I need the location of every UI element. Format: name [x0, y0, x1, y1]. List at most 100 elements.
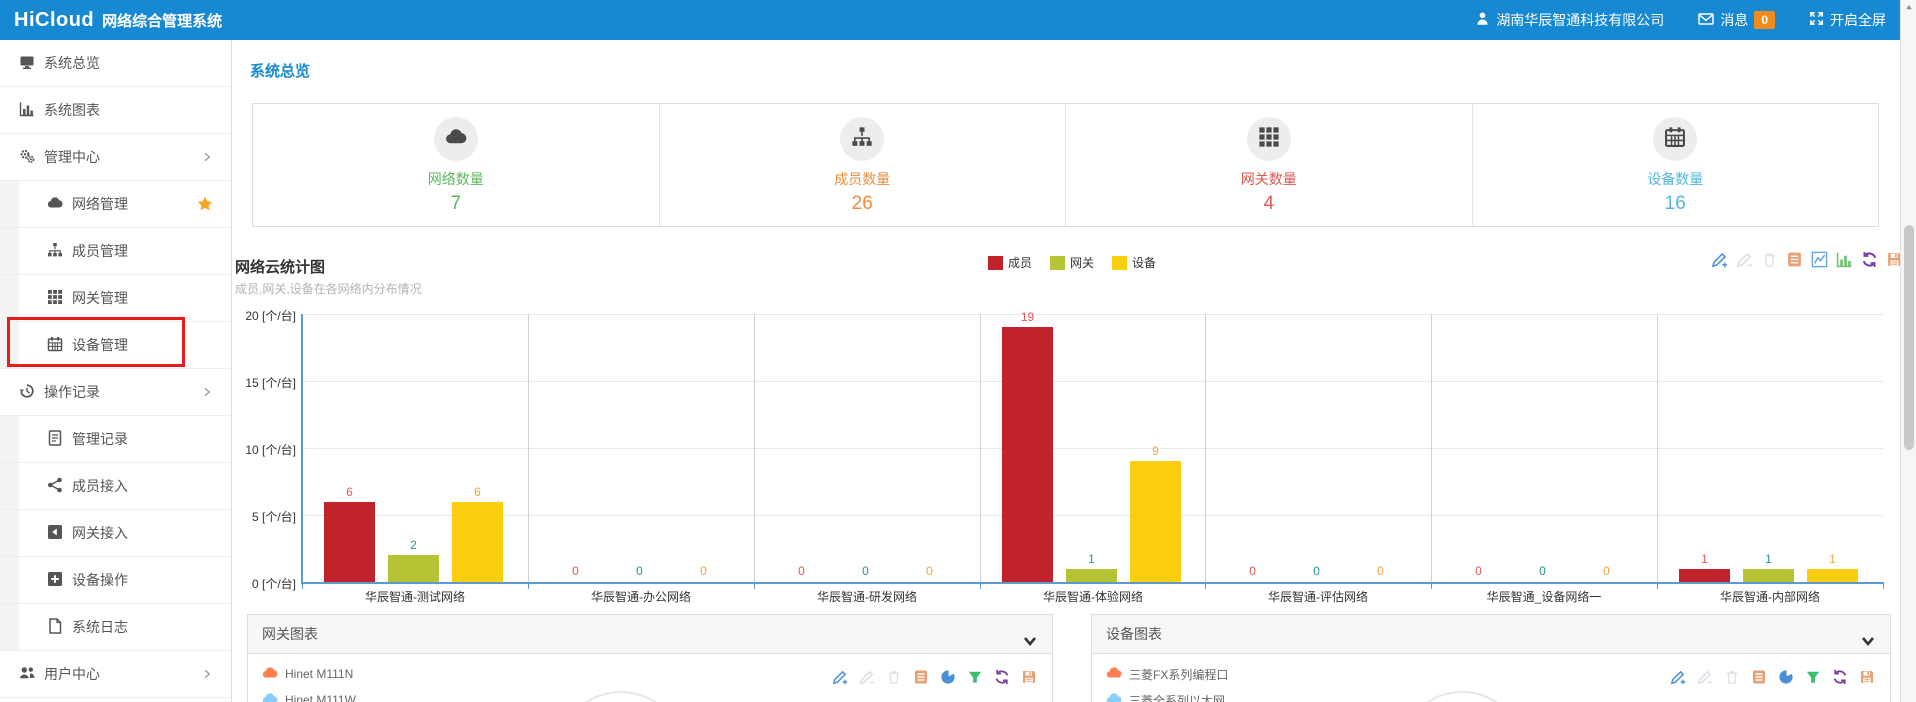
bar-value-label: 0	[618, 564, 662, 578]
legend-item-三菱全系列以太网[interactable]: 三菱全系列以太网	[1106, 687, 1228, 702]
panel-设备图表: 设备图表三菱FX系列编程口三菱全系列以太网	[1091, 614, 1891, 702]
sidebar-item-系统日志[interactable]: 系统日志	[0, 604, 231, 651]
trash-icon[interactable]	[1760, 250, 1779, 269]
line-chart-icon[interactable]	[1810, 250, 1829, 269]
calendar-icon	[1664, 126, 1686, 153]
legend-item-成员[interactable]: 成员	[988, 254, 1032, 271]
panel-网关图表: 网关图表 Hinet M111NHinet M111W	[247, 614, 1053, 702]
sidebar-item-设备操作[interactable]: 设备操作	[0, 557, 231, 604]
legend-item-Hinet M111N[interactable]: Hinet M111N	[262, 661, 356, 687]
pencil-add-icon[interactable]	[1668, 667, 1687, 686]
sidebar-item-label: 用户中心	[44, 664, 100, 684]
pencil-add-icon[interactable]	[830, 667, 849, 686]
bar-网关-华辰智通-测试网络[interactable]	[388, 555, 439, 582]
data-view-icon[interactable]	[911, 667, 930, 686]
bar-设备-华辰智通-体验网络[interactable]	[1130, 461, 1181, 582]
bar-成员-华辰智通-体验网络[interactable]	[1002, 327, 1053, 582]
panel-header-网关图表[interactable]: 网关图表	[248, 615, 1052, 654]
plus-square-icon	[47, 571, 63, 590]
bar-value-label: 6	[328, 485, 372, 499]
users-icon	[19, 665, 35, 684]
save-icon[interactable]	[1019, 667, 1038, 686]
sidebar-item-用户中心[interactable]: 用户中心	[0, 651, 231, 698]
category-splitline	[1657, 314, 1658, 582]
category-label: 华辰智通_设备网络一	[1431, 588, 1657, 605]
sidebar-item-成员接入[interactable]: 成员接入	[0, 463, 231, 510]
share-icon	[47, 477, 63, 496]
grid-icon	[1258, 126, 1280, 153]
funnel-icon[interactable]	[1803, 667, 1822, 686]
pie-chart-icon[interactable]	[938, 667, 957, 686]
pie-chart-icon[interactable]	[1776, 667, 1795, 686]
chevron-down-icon[interactable]	[1022, 625, 1038, 664]
sidebar-item-网络管理[interactable]: 网络管理	[0, 181, 231, 228]
trash-icon[interactable]	[884, 667, 903, 686]
sidebar-item-网关管理[interactable]: 网关管理	[0, 275, 231, 322]
category-label: 华辰智通-内部网络	[1657, 588, 1883, 605]
bar-value-label: 0	[844, 564, 888, 578]
funnel-icon[interactable]	[965, 667, 984, 686]
bar-chart-icon[interactable]	[1835, 250, 1854, 269]
legend-item-网关[interactable]: 网关	[1050, 254, 1094, 271]
brand[interactable]: HiCloud 网络综合管理系统	[14, 9, 222, 32]
data-view-icon[interactable]	[1785, 250, 1804, 269]
company-name: 湖南华辰智通科技有限公司	[1496, 10, 1664, 30]
refresh-icon[interactable]	[1860, 250, 1879, 269]
file-text-icon	[47, 430, 63, 449]
pencil-add-icon[interactable]	[1710, 250, 1729, 269]
bar-value-label: 6	[456, 485, 500, 499]
category-splitline	[980, 314, 981, 582]
sidebar-item-系统总览[interactable]: 系统总览	[0, 40, 231, 87]
sidebar-item-设备管理[interactable]: 设备管理	[0, 322, 231, 369]
panel-header-设备图表[interactable]: 设备图表	[1092, 615, 1890, 654]
caret-square-left-icon	[47, 524, 63, 543]
bar-value-label: 0	[1231, 564, 1275, 578]
sidebar-item-系统图表[interactable]: 系统图表	[0, 87, 231, 134]
legend-item-Hinet M111W[interactable]: Hinet M111W	[262, 687, 356, 702]
refresh-icon[interactable]	[1830, 667, 1849, 686]
bar-成员-华辰智通-内部网络[interactable]	[1679, 569, 1730, 582]
app-root: HiCloud 网络综合管理系统 湖南华辰智通科技有限公司 消息 0 开启全屏 …	[0, 0, 1916, 702]
chevron-right-icon	[201, 668, 213, 680]
panel-toolbar	[830, 667, 1038, 686]
sidebar-item-管理中心[interactable]: 管理中心	[0, 134, 231, 181]
bar-value-label: 0	[1295, 564, 1339, 578]
bar-value-label: 0	[1359, 564, 1403, 578]
pie-chart-preview	[1397, 691, 1527, 702]
legend-item-设备[interactable]: 设备	[1112, 254, 1156, 271]
save-icon[interactable]	[1857, 667, 1876, 686]
pencil-remove-icon[interactable]	[1735, 250, 1754, 269]
y-axis-tick-label: 20 [个/台]	[236, 307, 296, 324]
data-view-icon[interactable]	[1749, 667, 1768, 686]
refresh-icon[interactable]	[992, 667, 1011, 686]
sidebar-item-成员管理[interactable]: 成员管理	[0, 228, 231, 275]
bar-成员-华辰智通-测试网络[interactable]	[324, 502, 375, 582]
bar-value-label: 1	[1747, 552, 1791, 566]
vertical-scrollbar[interactable]	[1900, 0, 1916, 702]
trash-icon[interactable]	[1722, 667, 1741, 686]
pencil-remove-icon[interactable]	[1695, 667, 1714, 686]
nav-company[interactable]: 湖南华辰智通科技有限公司	[1475, 10, 1664, 30]
legend-item-三菱FX系列编程口[interactable]: 三菱FX系列编程口	[1106, 661, 1228, 687]
nav-fullscreen[interactable]: 开启全屏	[1809, 10, 1886, 30]
bar-网关-华辰智通-体验网络[interactable]	[1066, 569, 1117, 582]
category-label: 华辰智通-评估网络	[1205, 588, 1431, 605]
y-axis-tick-label: 0 [个/台]	[236, 575, 296, 592]
panel-legend-items: 三菱FX系列编程口三菱全系列以太网	[1106, 661, 1228, 702]
sidebar-item-管理记录[interactable]: 管理记录	[0, 416, 231, 463]
bar-设备-华辰智通-测试网络[interactable]	[452, 502, 503, 582]
chevron-down-icon[interactable]	[1860, 625, 1876, 664]
scrollbar-up-arrow[interactable]	[1903, 2, 1915, 14]
pencil-remove-icon[interactable]	[857, 667, 876, 686]
chart-title: 网络云统计图	[235, 256, 325, 277]
bar-网关-华辰智通-内部网络[interactable]	[1743, 569, 1794, 582]
sidebar-item-label: 成员管理	[72, 241, 128, 261]
stat-value: 7	[450, 193, 461, 215]
sitemap-icon	[851, 126, 873, 153]
sidebar-item-操作记录[interactable]: 操作记录	[0, 369, 231, 416]
nav-messages[interactable]: 消息 0	[1698, 10, 1775, 30]
sidebar-item-label: 系统图表	[44, 100, 100, 120]
scrollbar-thumb[interactable]	[1904, 225, 1914, 450]
bar-设备-华辰智通-内部网络[interactable]	[1807, 569, 1858, 582]
sidebar-item-网关接入[interactable]: 网关接入	[0, 510, 231, 557]
